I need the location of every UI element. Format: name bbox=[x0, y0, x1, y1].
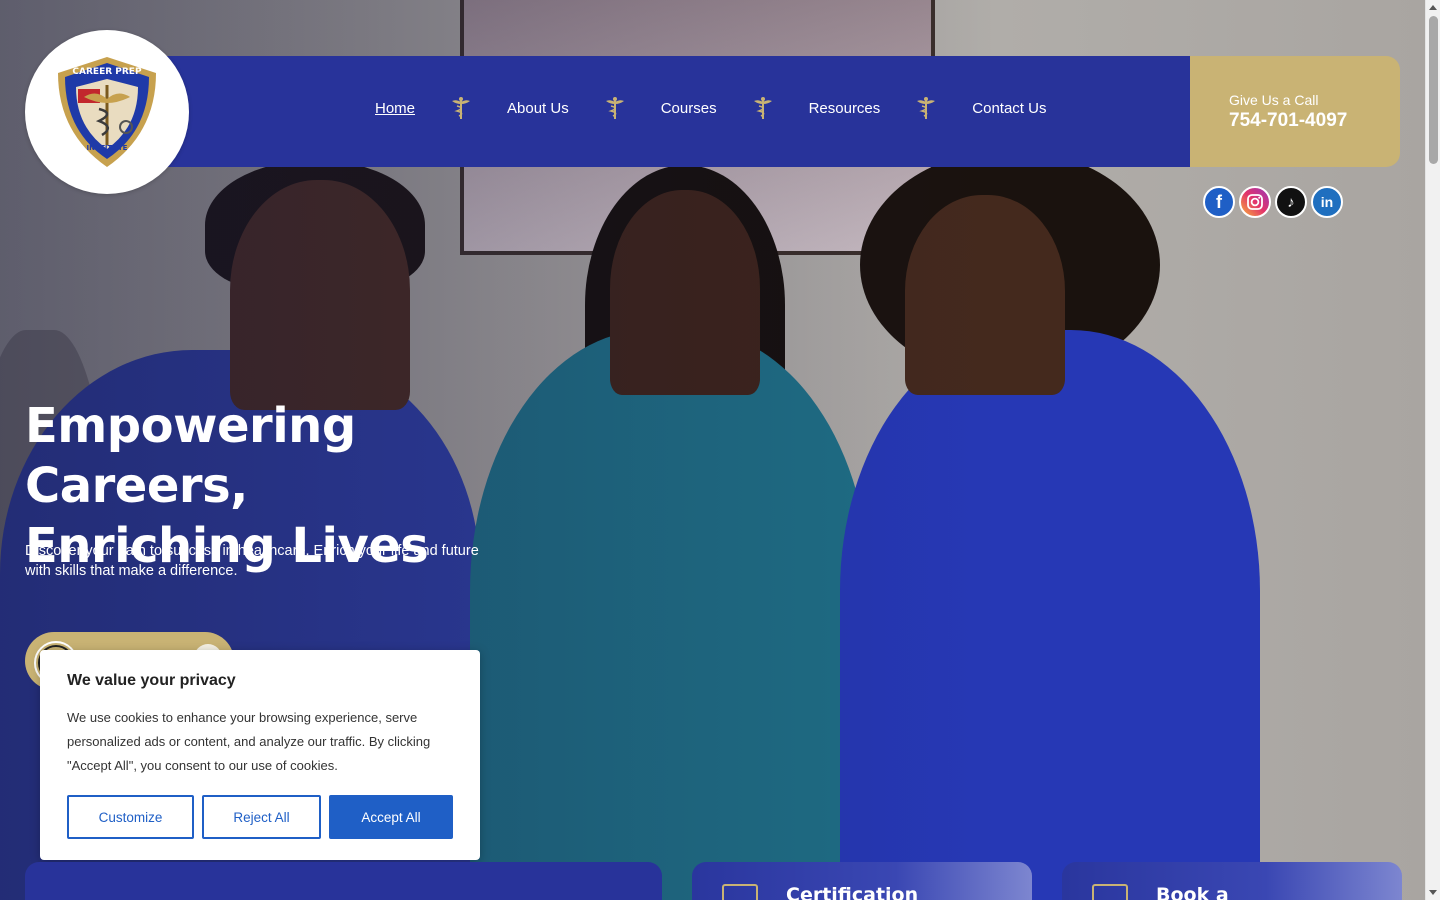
scrollbar-thumb[interactable] bbox=[1429, 16, 1438, 164]
social-links: f ♪ in bbox=[1203, 186, 1343, 218]
nav-about-us[interactable]: About Us bbox=[507, 100, 569, 117]
phone-number[interactable]: 754-701-4097 bbox=[1229, 110, 1400, 132]
nav-home[interactable]: Home bbox=[375, 100, 415, 117]
hero-subtitle: Discover your path to success in healthc… bbox=[25, 543, 479, 579]
card-title-certification: Certification bbox=[786, 884, 919, 900]
nav-contact-us[interactable]: Contact Us bbox=[972, 100, 1046, 117]
scroll-down-arrow-icon[interactable] bbox=[1429, 890, 1437, 895]
caduceus-icon bbox=[917, 97, 936, 119]
cookie-title: We value your privacy bbox=[67, 672, 236, 689]
accept-all-button[interactable]: Accept All bbox=[329, 795, 453, 839]
customize-button[interactable]: Customize bbox=[67, 795, 194, 839]
calendar-icon bbox=[1092, 884, 1128, 900]
facebook-icon[interactable]: f bbox=[1203, 186, 1235, 218]
instagram-icon[interactable] bbox=[1239, 186, 1271, 218]
call-us-button[interactable]: Give Us a Call 754-701-4097 bbox=[1190, 56, 1400, 167]
hero-title-line-1: Empowering Careers, bbox=[25, 398, 356, 514]
logo-text-bottom: INSTITUTE bbox=[87, 144, 128, 152]
page-scrollbar[interactable] bbox=[1425, 0, 1440, 900]
call-label: Give Us a Call bbox=[1229, 92, 1319, 108]
main-nav: Home About Us Courses Resources Contact … bbox=[375, 96, 1046, 120]
logo-text-top: CAREER PREP bbox=[72, 67, 142, 77]
site-logo[interactable]: CAREER PREP INSTITUTE bbox=[25, 30, 189, 194]
cookie-consent-banner: We value your privacy We use cookies to … bbox=[40, 650, 480, 860]
certification-card[interactable]: Certification bbox=[692, 862, 1032, 900]
caduceus-icon bbox=[605, 97, 624, 119]
book-card[interactable]: Book a bbox=[1062, 862, 1402, 900]
career-prep-shield-logo: CAREER PREP INSTITUTE bbox=[58, 57, 156, 167]
info-panel bbox=[25, 862, 662, 900]
linkedin-icon[interactable]: in bbox=[1311, 186, 1343, 218]
tiktok-icon[interactable]: ♪ bbox=[1275, 186, 1307, 218]
nav-resources[interactable]: Resources bbox=[809, 100, 881, 117]
certificate-icon bbox=[722, 884, 758, 900]
reject-all-button[interactable]: Reject All bbox=[202, 795, 321, 839]
nav-courses[interactable]: Courses bbox=[661, 100, 717, 117]
cookie-description: We use cookies to enhance your browsing … bbox=[67, 710, 431, 773]
card-title-book: Book a bbox=[1156, 884, 1229, 900]
scroll-up-arrow-icon[interactable] bbox=[1429, 5, 1437, 10]
caduceus-icon bbox=[452, 97, 471, 119]
cookie-buttons: Customize Reject All Accept All bbox=[67, 795, 453, 839]
caduceus-icon bbox=[753, 97, 772, 119]
